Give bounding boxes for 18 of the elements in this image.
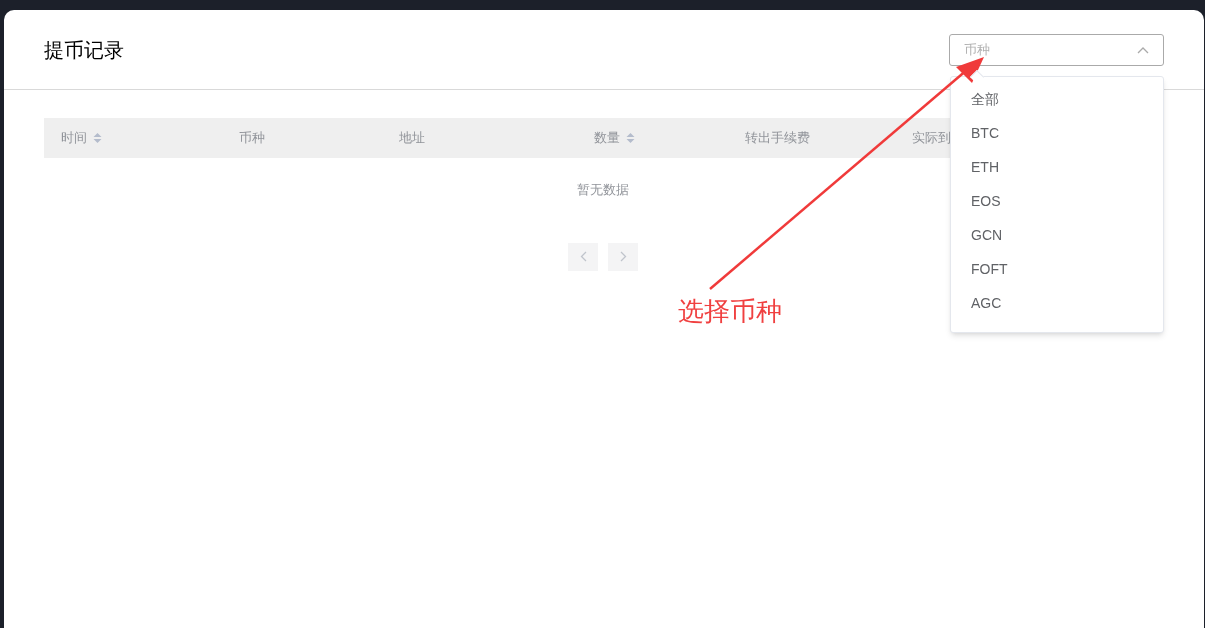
dropdown-option[interactable]: FOFT — [951, 252, 1163, 286]
column-header: 转出手续费 — [745, 129, 810, 148]
sort-icon[interactable] — [93, 132, 102, 144]
column-header: 地址 — [399, 129, 425, 148]
chevron-left-icon — [579, 251, 587, 262]
column-header: 币种 — [239, 129, 265, 148]
column-header: 实际到 — [912, 129, 951, 148]
empty-message: 暂无数据 — [576, 181, 630, 199]
chevron-right-icon — [619, 251, 627, 262]
dropdown-option[interactable]: 全部 — [951, 82, 1163, 116]
dropdown-option[interactable]: BTC — [951, 116, 1163, 150]
page-title: 提币记录 — [44, 37, 124, 63]
dropdown-option[interactable]: GCN — [951, 218, 1163, 252]
dropdown-option[interactable]: ETH — [951, 150, 1163, 184]
annotation-text: 选择币种 — [678, 295, 782, 328]
dropdown-option[interactable]: AGC — [951, 286, 1163, 320]
dropdown-option[interactable]: EOS — [951, 184, 1163, 218]
sort-icon[interactable] — [626, 132, 635, 144]
